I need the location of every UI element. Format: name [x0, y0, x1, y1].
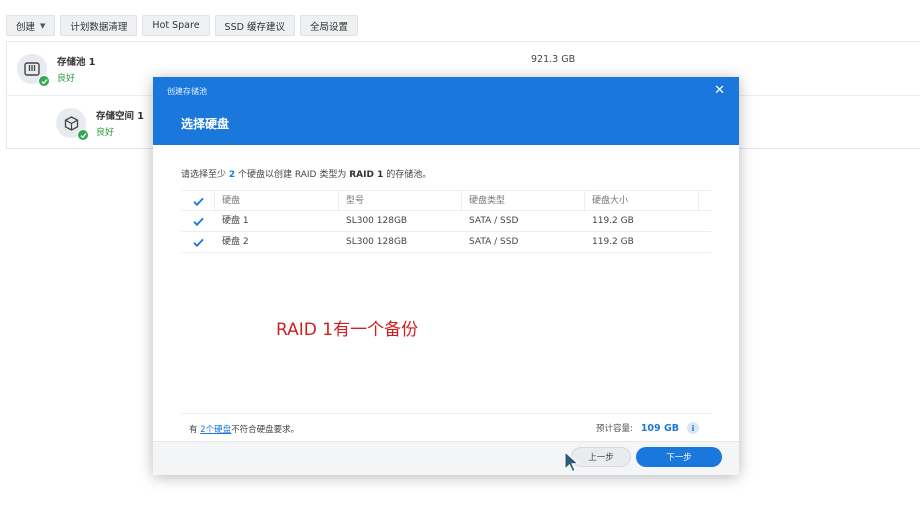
- hot-spare-button[interactable]: Hot Spare: [142, 15, 210, 36]
- instruction-post: 的存储池。: [383, 170, 432, 180]
- create-label: 创建: [16, 21, 36, 33]
- column-divider: [338, 191, 339, 212]
- disk-name: 硬盘 1: [222, 216, 249, 226]
- row-checkbox[interactable]: [193, 237, 204, 248]
- ssd-cache-button[interactable]: SSD 缓存建议: [214, 15, 295, 36]
- dialog-header: 创建存储池 ✕ 选择硬盘: [153, 77, 739, 145]
- table-row[interactable]: 硬盘 1 SL300 128GB SATA / SSD 119.2 GB: [181, 211, 711, 232]
- footnote-pre: 有: [189, 425, 201, 435]
- schedule-cleanup-button[interactable]: 计划数据清理: [60, 15, 138, 36]
- global-settings-button[interactable]: 全局设置: [299, 15, 358, 36]
- chevron-down-icon: ▼: [40, 21, 46, 30]
- estimated-capacity: 预计容量: 109 GB i: [596, 422, 699, 434]
- volume-status: 良好: [96, 128, 115, 138]
- ok-check-icon: [77, 129, 89, 141]
- disk-type: SATA / SSD: [469, 237, 519, 247]
- global-settings-label: 全局设置: [309, 21, 348, 33]
- annotation-text: RAID 1有一个备份: [276, 320, 419, 340]
- incompatible-disks-link[interactable]: 2个硬盘: [200, 425, 231, 435]
- column-header-disk[interactable]: 硬盘: [222, 191, 240, 212]
- disk-model: SL300 128GB: [346, 237, 408, 247]
- column-header-model[interactable]: 型号: [346, 191, 364, 212]
- pool-name: 存储池 1: [57, 57, 96, 68]
- column-divider: [698, 191, 699, 212]
- disk-size: 119.2 GB: [592, 237, 634, 247]
- footnote-post: 不符合硬盘要求。: [231, 425, 300, 435]
- close-icon[interactable]: ✕: [714, 83, 725, 98]
- dialog-window-title: 创建存储池: [167, 87, 207, 96]
- disk-table: 硬盘 型号 硬盘类型 硬盘大小 硬盘 1 SL300 128GB SATA / …: [181, 190, 711, 253]
- column-divider: [214, 191, 215, 212]
- create-button[interactable]: 创建 ▼: [6, 15, 56, 36]
- ssd-cache-label: SSD 缓存建议: [224, 21, 285, 33]
- select-all-checkbox[interactable]: [193, 196, 204, 207]
- info-icon[interactable]: i: [687, 422, 699, 434]
- divider: [181, 413, 711, 414]
- table-header-row: 硬盘 型号 硬盘类型 硬盘大小: [181, 190, 711, 212]
- disk-size: 119.2 GB: [592, 216, 634, 226]
- instruction-text: 请选择至少 2 个硬盘以创建 RAID 类型为 RAID 1 的存储池。: [181, 167, 431, 180]
- volume-icon: [56, 108, 89, 141]
- create-pool-dialog: 创建存储池 ✕ 选择硬盘 请选择至少 2 个硬盘以创建 RAID 类型为 RAI…: [153, 77, 739, 475]
- volume-name: 存储空间 1: [96, 111, 144, 122]
- instruction-raid: RAID 1: [349, 170, 384, 180]
- footnote: 有 2个硬盘不符合硬盘要求。: [189, 423, 299, 435]
- disk-name: 硬盘 2: [222, 237, 249, 247]
- ok-check-icon: [38, 75, 50, 87]
- schedule-cleanup-label: 计划数据清理: [70, 21, 128, 33]
- table-row[interactable]: 硬盘 2 SL300 128GB SATA / SSD 119.2 GB: [181, 232, 711, 253]
- instruction-pre: 请选择至少: [181, 170, 229, 180]
- column-divider: [461, 191, 462, 212]
- capacity-label: 预计容量:: [595, 424, 633, 434]
- hot-spare-label: Hot Spare: [152, 20, 200, 31]
- column-header-size[interactable]: 硬盘大小: [592, 191, 628, 212]
- pool-status: 良好: [57, 74, 76, 84]
- disk-model: SL300 128GB: [346, 216, 408, 226]
- column-header-type[interactable]: 硬盘类型: [469, 191, 505, 212]
- dialog-step-title: 选择硬盘: [181, 117, 230, 131]
- instruction-mid: 个硬盘以创建 RAID 类型为: [235, 170, 350, 180]
- toolbar: 创建 ▼ 计划数据清理 Hot Spare SSD 缓存建议 全局设置: [6, 15, 358, 36]
- mouse-cursor-icon: [564, 451, 580, 473]
- row-checkbox[interactable]: [193, 216, 204, 227]
- dialog-footer: 上一步 下一步: [153, 441, 739, 475]
- disk-type: SATA / SSD: [469, 216, 519, 226]
- capacity-value: 109 GB: [640, 422, 679, 434]
- previous-button[interactable]: 上一步: [571, 447, 631, 467]
- pool-size: 921.3 GB: [531, 54, 576, 65]
- column-divider: [584, 191, 585, 212]
- storage-pool-icon: [17, 54, 50, 87]
- next-button[interactable]: 下一步: [636, 447, 722, 467]
